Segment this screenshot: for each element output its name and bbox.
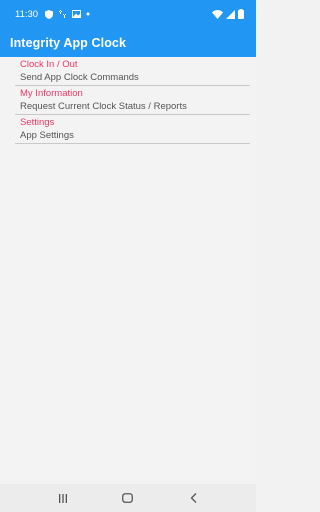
menu-item-settings[interactable]: Settings App Settings <box>15 115 250 144</box>
menu-item-title: Clock In / Out <box>20 59 78 70</box>
back-button[interactable] <box>178 487 208 509</box>
menu-item-clock-in-out[interactable]: Clock In / Out Send App Clock Commands <box>15 57 250 86</box>
status-time: 11:30 <box>15 8 39 20</box>
app-title: Integrity App Clock <box>10 35 127 50</box>
menu-item-subtitle: Send App Clock Commands <box>20 72 139 83</box>
sync-icon <box>58 10 67 18</box>
home-icon <box>122 493 134 503</box>
menu-item-subtitle: Request Current Clock Status / Reports <box>20 101 187 112</box>
menu-item-title: Settings <box>20 117 55 128</box>
home-button[interactable] <box>113 487 143 509</box>
dot-icon <box>86 12 90 16</box>
status-left: 11:30 <box>15 9 90 20</box>
menu-item-my-information[interactable]: My Information Request Current Clock Sta… <box>15 86 250 115</box>
back-icon <box>190 493 197 503</box>
signal-icon <box>226 9 235 19</box>
recents-button[interactable] <box>48 487 78 509</box>
app-bar: Integrity App Clock <box>0 28 256 57</box>
battery-icon <box>238 9 244 19</box>
shield-icon <box>45 9 54 19</box>
menu-item-title: My Information <box>20 88 83 99</box>
status-bar: 11:30 <box>0 0 256 28</box>
recents-icon <box>58 493 68 503</box>
navigation-bar <box>0 484 256 512</box>
status-right <box>212 9 244 19</box>
wifi-icon <box>212 9 223 19</box>
menu-item-subtitle: App Settings <box>20 130 74 141</box>
menu-list: Clock In / Out Send App Clock Commands M… <box>0 57 256 144</box>
image-icon <box>72 10 82 18</box>
app-screen: 11:30 Integrity App Clock Clock In / Out… <box>0 0 256 512</box>
